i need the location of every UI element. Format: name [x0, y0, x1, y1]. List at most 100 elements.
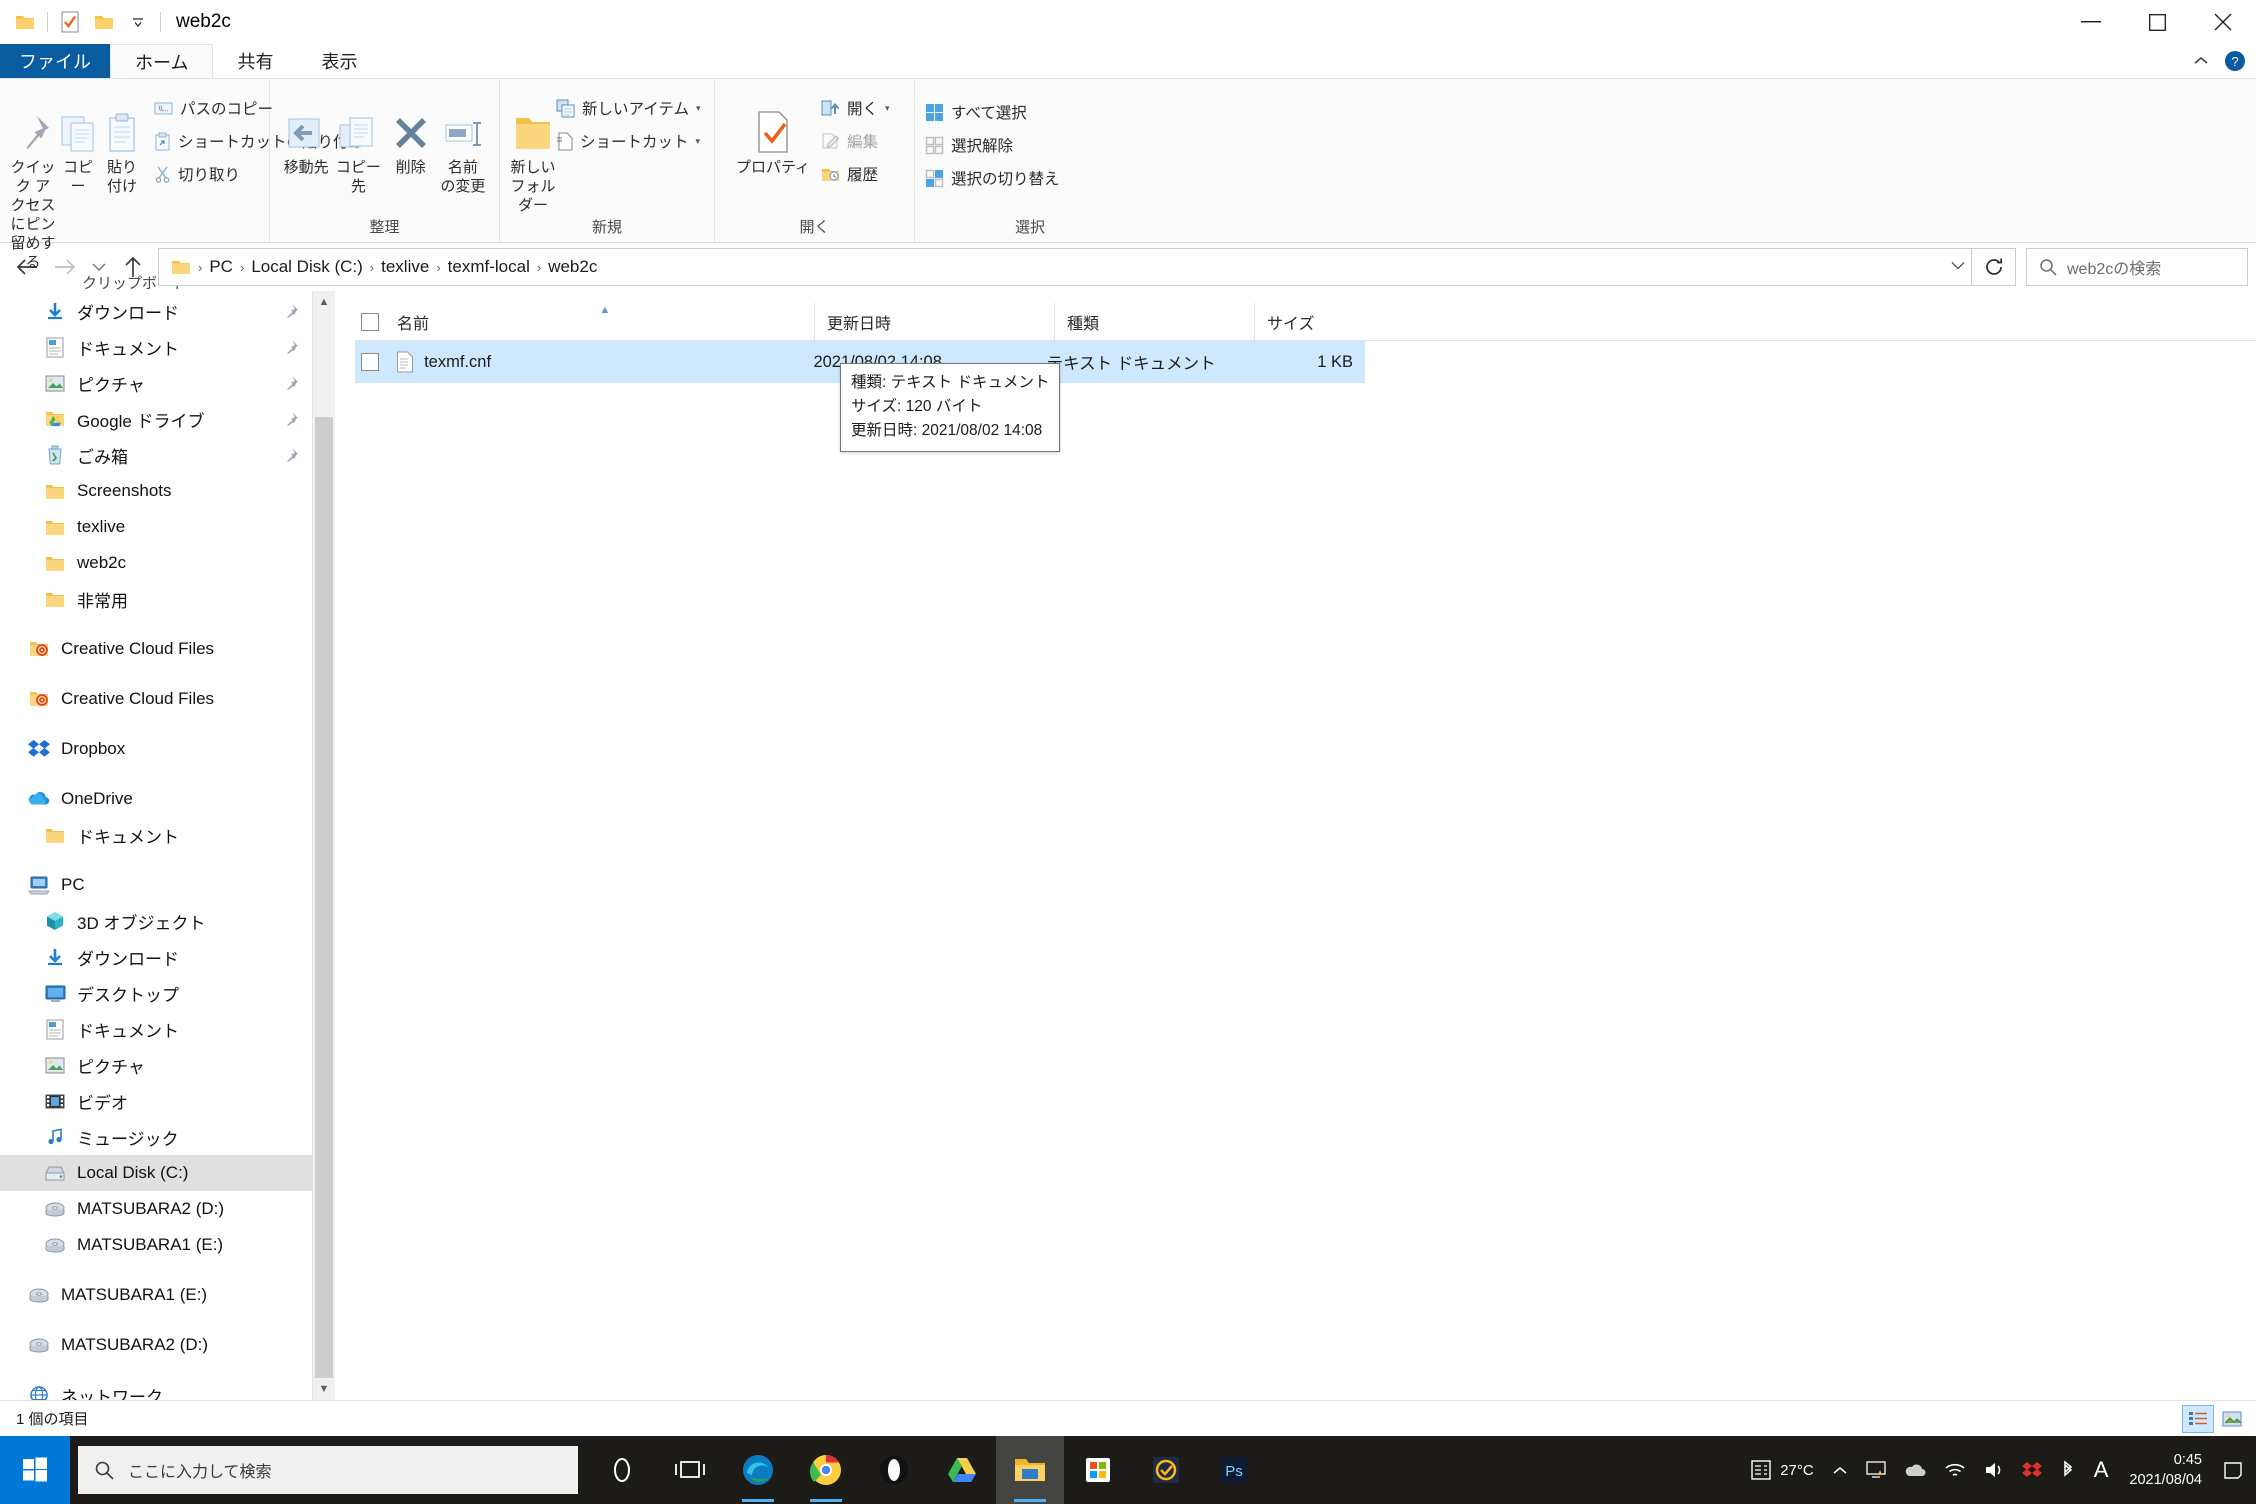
select-none-button[interactable]: 選択解除: [925, 132, 1066, 158]
scroll-down-icon[interactable]: ▼: [313, 1378, 335, 1400]
windows-logo-icon[interactable]: [0, 1436, 70, 1504]
sidebar-item-24[interactable]: MATSUBARA1 (E:): [0, 1227, 335, 1263]
breadcrumb[interactable]: › PC › Local Disk (C:) › texlive › texmf…: [158, 248, 1972, 286]
move-to-button[interactable]: 移動先: [280, 85, 332, 177]
tab-file[interactable]: ファイル: [0, 44, 110, 78]
new-folder-button[interactable]: 新しい フォルダー: [510, 85, 556, 215]
weather-widget[interactable]: 27°C: [1741, 1436, 1823, 1504]
opera-icon[interactable]: [860, 1436, 928, 1504]
photoshop-icon[interactable]: Ps: [1200, 1436, 1268, 1504]
google-chrome-icon[interactable]: [792, 1436, 860, 1504]
sidebar-item-26[interactable]: MATSUBARA2 (D:): [0, 1327, 335, 1363]
sidebar-item-7[interactable]: web2c: [0, 545, 335, 581]
pin-icon[interactable]: [283, 447, 299, 463]
sidebar-item-10[interactable]: Creative Cloud Files: [0, 681, 335, 717]
sidebar-item-15[interactable]: 3D オブジェクト: [0, 903, 335, 939]
tab-home[interactable]: ホーム: [110, 44, 214, 78]
select-all-button[interactable]: すべて選択: [925, 99, 1066, 125]
clock[interactable]: 0:45 2021/08/04: [2117, 1450, 2214, 1490]
sidebar-item-3[interactable]: Google ドライブ: [0, 401, 335, 437]
open-button[interactable]: 開く ▾: [821, 95, 896, 121]
sidebar-item-23[interactable]: MATSUBARA2 (D:): [0, 1191, 335, 1227]
ime-icon[interactable]: A: [2085, 1436, 2118, 1504]
checkbox[interactable]: [361, 312, 379, 331]
column-header-size[interactable]: サイズ: [1255, 303, 1395, 341]
dropbox-icon[interactable]: [2013, 1436, 2051, 1504]
cortana-icon[interactable]: [588, 1436, 656, 1504]
minimize-button[interactable]: [2058, 0, 2124, 44]
chevron-up-icon[interactable]: [2192, 55, 2210, 67]
tab-view[interactable]: 表示: [297, 44, 381, 78]
large-icons-view-icon[interactable]: [2216, 1405, 2248, 1433]
tab-share[interactable]: 共有: [213, 44, 297, 78]
select-all-checkbox[interactable]: [355, 303, 385, 341]
taskbar-search-input[interactable]: ここに入力して検索: [78, 1446, 578, 1494]
chevron-down-icon[interactable]: ▾: [696, 103, 701, 114]
sidebar-scrollbar[interactable]: ▲ ▼: [313, 291, 335, 1400]
copy-to-button[interactable]: コピー先: [332, 85, 384, 196]
paste-button[interactable]: 貼り付け: [100, 85, 144, 196]
sidebar-item-4[interactable]: ごみ箱: [0, 437, 335, 473]
shortcut-button[interactable]: ショートカット ▾: [556, 128, 706, 154]
sidebar-item-2[interactable]: ピクチャ: [0, 365, 335, 401]
sidebar-item-0[interactable]: ダウンロード: [0, 293, 335, 329]
column-header-type[interactable]: 種類: [1055, 302, 1255, 341]
sidebar-item-6[interactable]: texlive: [0, 509, 335, 545]
microsoft-edge-icon[interactable]: [724, 1436, 792, 1504]
sidebar-item-8[interactable]: 非常用: [0, 581, 335, 617]
sidebar-item-25[interactable]: MATSUBARA1 (E:): [0, 1277, 335, 1313]
sidebar-item-27[interactable]: ネットワーク: [0, 1377, 335, 1400]
sidebar-item-22[interactable]: Local Disk (C:): [0, 1155, 335, 1191]
invert-selection-button[interactable]: 選択の切り替え: [925, 165, 1066, 191]
rename-button[interactable]: 名前 の変更: [437, 85, 489, 196]
chevron-down-icon[interactable]: [1951, 261, 1965, 273]
chevron-down-icon[interactable]: ▾: [696, 136, 701, 147]
checkbox[interactable]: [360, 353, 379, 371]
bluetooth-icon[interactable]: [2051, 1436, 2085, 1504]
sidebar-item-16[interactable]: ダウンロード: [0, 939, 335, 975]
norton-icon[interactable]: [1132, 1436, 1200, 1504]
sidebar-item-21[interactable]: ミュージック: [0, 1119, 335, 1155]
copy-button[interactable]: コピー: [56, 85, 100, 196]
delete-button[interactable]: 削除: [385, 85, 437, 177]
pin-icon[interactable]: [283, 339, 299, 355]
onedrive-icon[interactable]: [1895, 1436, 1935, 1504]
scrollbar-thumb[interactable]: [315, 417, 333, 1400]
properties-icon[interactable]: [53, 5, 87, 39]
breadcrumb-item-texmf-local[interactable]: texmf-local: [442, 249, 536, 285]
history-button[interactable]: 履歴: [821, 161, 896, 187]
pin-to-quick-access-button[interactable]: クイック アクセス にピン留めする: [10, 85, 56, 272]
sidebar-item-14[interactable]: PC: [0, 867, 335, 903]
customize-quick-access-button[interactable]: [121, 5, 155, 39]
column-header-name[interactable]: ▲ 名前: [385, 302, 815, 341]
task-view-icon[interactable]: [656, 1436, 724, 1504]
sidebar-item-11[interactable]: Dropbox: [0, 731, 335, 767]
sidebar-item-9[interactable]: Creative Cloud Files: [0, 631, 335, 667]
sidebar-item-17[interactable]: デスクトップ: [0, 975, 335, 1011]
pin-icon[interactable]: [283, 303, 299, 319]
sidebar-item-19[interactable]: ピクチャ: [0, 1047, 335, 1083]
sidebar-item-20[interactable]: ビデオ: [0, 1083, 335, 1119]
sidebar-item-1[interactable]: ドキュメント: [0, 329, 335, 365]
new-item-button[interactable]: 新しいアイテム ▾: [556, 95, 706, 121]
refresh-icon[interactable]: [1972, 248, 2016, 286]
sidebar-item-13[interactable]: ドキュメント: [0, 817, 335, 853]
monitor-icon[interactable]: [1857, 1436, 1895, 1504]
new-folder-icon[interactable]: [87, 5, 121, 39]
details-view-icon[interactable]: [2182, 1404, 2214, 1433]
breadcrumb-item-pc[interactable]: PC: [203, 249, 239, 285]
volume-icon[interactable]: [1975, 1436, 2013, 1504]
chevron-up-icon[interactable]: [1823, 1436, 1857, 1504]
maximize-button[interactable]: [2124, 0, 2190, 44]
sidebar-item-12[interactable]: OneDrive: [0, 781, 335, 817]
sidebar-item-18[interactable]: ドキュメント: [0, 1011, 335, 1047]
search-input[interactable]: web2cの検索: [2026, 248, 2248, 286]
chevron-down-icon[interactable]: ▾: [885, 103, 890, 114]
row-checkbox[interactable]: [355, 353, 384, 371]
google-drive-icon[interactable]: [928, 1436, 996, 1504]
breadcrumb-item-web2c[interactable]: web2c: [542, 249, 603, 285]
breadcrumb-item-texlive[interactable]: texlive: [375, 249, 435, 285]
column-header-modified[interactable]: 更新日時: [815, 302, 1055, 341]
breadcrumb-item-local-disk[interactable]: Local Disk (C:): [245, 249, 368, 285]
pin-icon[interactable]: [283, 375, 299, 391]
